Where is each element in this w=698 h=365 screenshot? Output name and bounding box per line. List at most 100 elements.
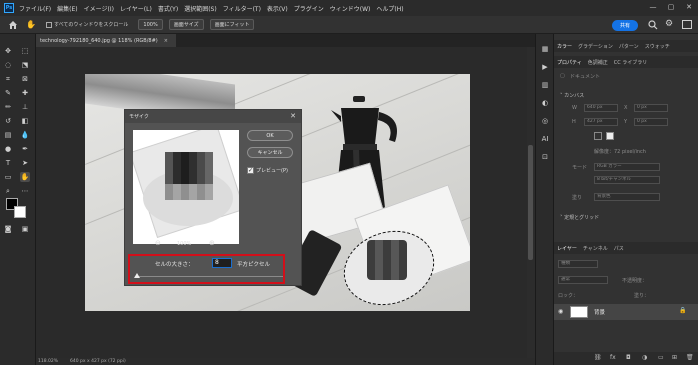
menu-type[interactable]: 書式(Y) <box>158 4 178 13</box>
tab-layers[interactable]: レイヤー <box>557 245 577 252</box>
tab-gradient[interactable]: グラデーション <box>578 43 613 50</box>
lasso-tool-icon[interactable]: ◌ <box>3 60 13 70</box>
landscape-orient-icon[interactable] <box>606 132 614 140</box>
filter-preview[interactable] <box>133 130 239 244</box>
menu-filter[interactable]: フィルター(T) <box>223 4 261 13</box>
add-mask-icon[interactable]: ◘ <box>626 354 631 361</box>
rectangle-tool-icon[interactable]: ▭ <box>3 172 13 182</box>
rulers-grid-section[interactable]: ˃ 定規とグリッド <box>560 214 599 221</box>
layer-visibility-icon[interactable]: ◉ <box>558 308 563 315</box>
frame-tool-icon[interactable]: ⊠ <box>20 74 30 84</box>
brush-tool-icon[interactable]: ✏ <box>3 102 13 112</box>
status-zoom[interactable]: 118.02% <box>38 359 58 364</box>
layer-name[interactable]: 背景 <box>594 308 605 316</box>
fill-screen-button[interactable]: 画面にフィット <box>209 19 255 30</box>
dialog-close-icon[interactable]: ✕ <box>290 112 296 120</box>
history-panel-icon[interactable]: ▦ <box>540 44 550 54</box>
adjustment-panel-icon[interactable]: ◐ <box>540 98 550 108</box>
menu-help[interactable]: ヘルプ(H) <box>376 4 403 13</box>
minimize-button[interactable]: — <box>648 3 658 13</box>
width-field[interactable]: 640 px <box>584 104 618 112</box>
height-field[interactable]: 427 px <box>584 118 618 126</box>
link-layers-icon[interactable]: ⛓ <box>594 354 602 361</box>
group-icon[interactable]: ▭ <box>658 354 664 361</box>
dodge-tool-icon[interactable]: ● <box>3 144 13 154</box>
quick-mask-icon[interactable]: ◙ <box>3 224 13 234</box>
gear-icon[interactable]: ⚙ <box>665 19 673 29</box>
move-tool-icon[interactable]: ✥ <box>3 46 13 56</box>
y-field[interactable]: 0 px <box>634 118 668 126</box>
eraser-tool-icon[interactable]: ◧ <box>20 116 30 126</box>
info-panel-icon[interactable]: ⊡ <box>540 152 550 162</box>
menu-image[interactable]: イメージ(I) <box>84 4 114 13</box>
menu-window[interactable]: ウィンドウ(W) <box>330 4 371 13</box>
object-select-tool-icon[interactable]: ⬔ <box>20 60 30 70</box>
ok-button[interactable]: OK <box>247 130 293 141</box>
menu-edit[interactable]: 編集(E) <box>57 4 77 13</box>
layer-kind-filter[interactable]: 種類 <box>558 260 598 268</box>
hand-tool-icon[interactable]: ✋ <box>20 172 30 182</box>
mode-select[interactable]: RGB カラー <box>594 163 660 171</box>
menu-select[interactable]: 選択範囲(S) <box>184 4 217 13</box>
vertical-scrollbar[interactable] <box>527 47 535 358</box>
blend-mode-select[interactable]: 通常 <box>558 276 608 284</box>
pen-tool-icon[interactable]: ✒ <box>20 144 30 154</box>
cancel-button[interactable]: キャンセル <box>247 147 293 158</box>
maximize-button[interactable]: ▢ <box>666 3 676 13</box>
tab-patterns[interactable]: パターン <box>619 43 639 50</box>
type-tool-icon[interactable]: T <box>3 158 13 168</box>
artboard-tool-icon[interactable]: ⬚ <box>20 46 30 56</box>
spot-heal-tool-icon[interactable]: ✚ <box>20 88 30 98</box>
close-window-button[interactable]: ✕ <box>684 3 694 13</box>
zoom-tool-icon[interactable]: ⌕ <box>3 186 13 196</box>
dialog-title-bar[interactable]: モザイク ✕ <box>125 110 301 123</box>
fill-select[interactable]: 背景色 <box>594 193 660 201</box>
blur-tool-icon[interactable]: 💧 <box>20 130 30 140</box>
zoom-out-icon[interactable]: ⊖ <box>155 239 161 247</box>
vertical-scrollbar-thumb[interactable] <box>528 145 533 260</box>
history-brush-tool-icon[interactable]: ↺ <box>3 116 13 126</box>
scroll-all-checkbox[interactable]: すべてのウィンドウをスクロール <box>45 21 128 28</box>
adjust-layer-icon[interactable]: ◑ <box>642 354 647 361</box>
tab-color[interactable]: カラー <box>557 43 572 50</box>
menu-layer[interactable]: レイヤー(L) <box>120 4 152 13</box>
path-select-tool-icon[interactable]: ➤ <box>20 158 30 168</box>
tab-paths[interactable]: パス <box>614 245 624 252</box>
more-tools-icon[interactable]: ⋯ <box>20 186 30 196</box>
menu-view[interactable]: 表示(V) <box>267 4 288 13</box>
bit-depth-select[interactable]: 8 bit/チャンネル <box>594 176 660 184</box>
share-button[interactable]: 共有 <box>612 20 638 31</box>
search-icon[interactable] <box>648 20 658 30</box>
eyedropper-tool-icon[interactable]: ✎ <box>3 88 13 98</box>
background-color-swatch[interactable] <box>14 206 26 218</box>
menu-file[interactable]: ファイル(F) <box>19 4 51 13</box>
crop-tool-icon[interactable]: ⌗ <box>3 74 13 84</box>
portrait-orient-icon[interactable] <box>594 132 602 140</box>
x-field[interactable]: 0 px <box>634 104 668 112</box>
tab-channels[interactable]: チャンネル <box>583 245 608 252</box>
fx-icon[interactable]: fx <box>610 354 616 361</box>
menu-plugins[interactable]: プラグイン <box>294 4 324 13</box>
preview-checkbox[interactable]: ✓ プレビュー(P) <box>247 167 288 174</box>
canvas-section-header[interactable]: ˅ カンバス <box>560 92 584 99</box>
tab-adjustments[interactable]: 色調補正 <box>588 59 608 66</box>
screen-mode-icon[interactable]: ▣ <box>20 224 30 234</box>
paragraph-panel-icon[interactable]: ▥ <box>540 80 550 90</box>
layer-row[interactable]: ◉ 背景 🔒 <box>554 304 698 320</box>
ai-panel-icon[interactable]: AI <box>540 134 550 144</box>
gradient-tool-icon[interactable]: ▤ <box>3 130 13 140</box>
document-tab[interactable]: technology-792180_640.jpg @ 118% (RGB/8#… <box>36 34 176 47</box>
tab-swatches[interactable]: スウォッチ <box>645 43 670 50</box>
panel-icon[interactable] <box>682 20 692 29</box>
fit-screen-button[interactable]: 画面サイズ <box>168 19 204 30</box>
zoom-100-button[interactable]: 100% <box>138 19 163 30</box>
tab-cc-libraries[interactable]: CC ライブラリ <box>614 59 648 66</box>
tab-properties[interactable]: プロパティ <box>557 59 582 66</box>
hand-icon[interactable]: ✋ <box>26 20 36 29</box>
zoom-in-icon[interactable]: ⊕ <box>209 239 215 247</box>
play-actions-icon[interactable]: ▶ <box>540 62 550 72</box>
new-layer-icon[interactable]: ⊞ <box>672 354 677 361</box>
libraries-panel-icon[interactable]: ◎ <box>540 116 550 126</box>
home-icon[interactable] <box>8 20 18 30</box>
trash-icon[interactable]: 🗑 <box>686 354 694 361</box>
